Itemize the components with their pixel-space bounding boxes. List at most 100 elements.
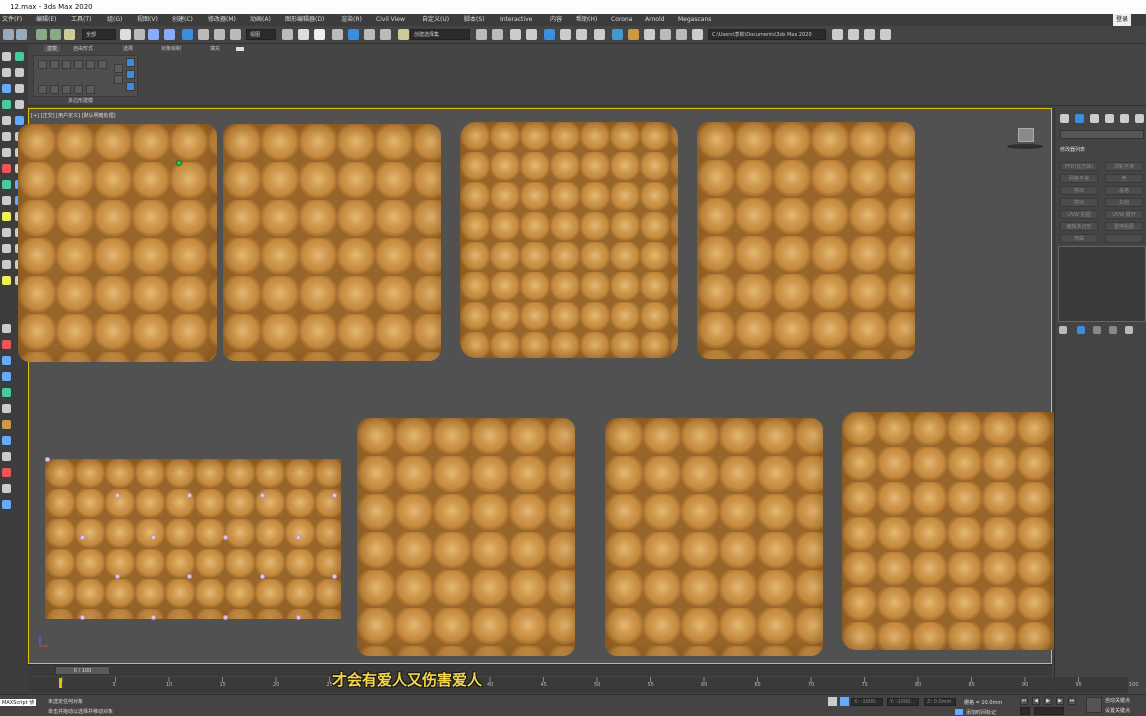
align-icon[interactable] xyxy=(492,29,503,40)
modifier-button[interactable]: 弯曲 xyxy=(1060,234,1098,243)
ribbon-button-10[interactable] xyxy=(74,85,83,94)
control-point[interactable] xyxy=(296,535,301,540)
display-tab-icon[interactable] xyxy=(1120,114,1129,123)
time-slider-handle[interactable]: 0 / 100 xyxy=(55,666,110,675)
tool-icon-11[interactable] xyxy=(2,132,11,141)
modifier-button[interactable]: UVW 贴图 xyxy=(1060,210,1098,219)
ribbon-tab-selection[interactable]: 选择 xyxy=(123,45,133,52)
ribbon-tab-freeform[interactable]: 自由形式 xyxy=(73,45,93,52)
control-point[interactable] xyxy=(151,615,156,620)
add-time-tag[interactable]: 添加时间标记 xyxy=(966,709,996,716)
tool-icon-42[interactable] xyxy=(2,500,11,509)
isolate-selection-icon[interactable] xyxy=(828,697,837,706)
ribbon-button-8[interactable] xyxy=(50,85,59,94)
motion-tab-icon[interactable] xyxy=(1105,114,1114,123)
modifier-button[interactable]: 车削 xyxy=(1105,198,1143,207)
modifier-button[interactable]: 晶格 xyxy=(1105,186,1143,195)
create-tab-icon[interactable] xyxy=(1060,114,1069,123)
menu-item-help[interactable]: 帮助(H) xyxy=(576,14,597,26)
redo-icon[interactable] xyxy=(16,29,27,40)
control-point[interactable] xyxy=(115,493,120,498)
snaps-toggle-icon[interactable] xyxy=(332,29,343,40)
select-by-name-icon[interactable] xyxy=(134,29,145,40)
control-point[interactable] xyxy=(223,615,228,620)
menu-item-edit[interactable]: 编辑(E) xyxy=(36,14,56,26)
spinner-snap-icon[interactable] xyxy=(380,29,391,40)
ribbon-button-13[interactable] xyxy=(114,75,123,84)
tool-icon-27[interactable] xyxy=(2,260,11,269)
keyboard-shortcut-override-icon[interactable] xyxy=(314,29,325,40)
tool-icon-2[interactable] xyxy=(15,52,24,61)
current-frame-field[interactable] xyxy=(1034,707,1064,715)
tool-icon-41[interactable] xyxy=(2,484,11,493)
modifier-button[interactable]: 挤出 xyxy=(1060,198,1098,207)
tool-icon-37[interactable] xyxy=(2,420,11,429)
ribbon-button-9[interactable] xyxy=(62,85,71,94)
tool-icon-7[interactable] xyxy=(2,100,11,109)
modifier-button[interactable]: 挤出 xyxy=(1060,186,1098,195)
select-and-scale-icon[interactable] xyxy=(214,29,225,40)
menu-item-megascans[interactable]: Megascans xyxy=(678,14,711,26)
go-to-end-button[interactable]: ⏭ xyxy=(1068,697,1076,705)
tufted-panel-7[interactable] xyxy=(605,418,823,656)
rendered-frame-window-icon[interactable] xyxy=(628,29,639,40)
percent-snap-icon[interactable] xyxy=(364,29,375,40)
material-editor-icon[interactable] xyxy=(594,29,605,40)
menu-item-arnold[interactable]: Arnold xyxy=(645,14,664,26)
place-icon[interactable] xyxy=(230,29,241,40)
tool-icon-29[interactable] xyxy=(2,276,11,285)
remove-modifier-icon[interactable] xyxy=(1109,326,1117,334)
modifier-button[interactable]: 网格平滑 xyxy=(1060,174,1098,183)
key-mode-toggle[interactable] xyxy=(1020,707,1030,715)
modifier-button[interactable]: 壳 xyxy=(1105,174,1143,183)
ribbon-button-12[interactable] xyxy=(114,64,123,73)
auto-key-button[interactable]: 自动关键点 xyxy=(1105,697,1130,704)
tool-icon-34[interactable] xyxy=(2,372,11,381)
project-path-dropdown[interactable]: C:\Users\李彬\Documents\3ds Max 2020 xyxy=(708,29,826,40)
ribbon-panel-label[interactable]: 多边形建模 xyxy=(68,97,93,104)
render-activeshade-icon[interactable] xyxy=(676,29,687,40)
ribbon-tab-populate[interactable]: 填充 xyxy=(210,45,220,52)
ribbon-button-4[interactable] xyxy=(74,60,83,69)
menu-item-rendering[interactable]: 渲染(R) xyxy=(341,14,362,26)
select-and-move-icon[interactable] xyxy=(182,29,193,40)
tufted-panel-3[interactable] xyxy=(460,122,678,358)
hierarchy-tab-icon[interactable] xyxy=(1090,114,1099,123)
link-icon[interactable] xyxy=(36,29,47,40)
control-point[interactable] xyxy=(80,615,85,620)
tool-icon-3[interactable] xyxy=(2,68,11,77)
show-end-result-icon[interactable] xyxy=(1077,326,1085,334)
object-name-field[interactable] xyxy=(1060,130,1144,139)
menu-item-create[interactable]: 创建(C) xyxy=(172,14,193,26)
go-to-start-button[interactable]: ⏮ xyxy=(1020,697,1028,705)
schematic-view-icon[interactable] xyxy=(576,29,587,40)
tool-icon-6[interactable] xyxy=(15,84,24,93)
set-key-icon[interactable] xyxy=(1086,697,1102,713)
window-crossing-icon[interactable] xyxy=(164,29,175,40)
selection-lock-icon[interactable] xyxy=(840,697,849,706)
render-setup-icon[interactable] xyxy=(612,29,623,40)
track-bar[interactable]: 0510152025303540455055606570758085909510… xyxy=(28,677,1139,693)
menu-item-animation[interactable]: 动画(A) xyxy=(250,14,271,26)
control-point[interactable] xyxy=(332,493,337,498)
tool-icon-40[interactable] xyxy=(2,468,11,477)
control-point[interactable] xyxy=(296,615,301,620)
layer-explorer-icon[interactable] xyxy=(526,29,537,40)
render-cloud-icon[interactable] xyxy=(692,29,703,40)
mirror-icon[interactable] xyxy=(476,29,487,40)
sign-in-button[interactable]: 登录 xyxy=(1113,14,1132,26)
ribbon-button-1[interactable] xyxy=(38,60,47,69)
tool-icon-13[interactable] xyxy=(2,148,11,157)
next-frame-button[interactable]: ▶ xyxy=(1056,697,1064,705)
pivot-center-icon[interactable] xyxy=(282,29,293,40)
modifier-stack-list[interactable] xyxy=(1058,246,1146,322)
tool-icon-31[interactable] xyxy=(2,324,11,333)
tool-icon-5[interactable] xyxy=(2,84,11,93)
angle-snap-icon[interactable] xyxy=(348,29,359,40)
tool-icon-32[interactable] xyxy=(2,340,11,349)
tool-icon-23[interactable] xyxy=(2,228,11,237)
maxscript-listener[interactable]: MAXScript 侦 xyxy=(0,699,37,706)
ribbon-button-6[interactable] xyxy=(98,60,107,69)
viewport-label[interactable]: [+] [正交] [用户定义] [默认明暗处理] xyxy=(31,112,116,119)
z-coordinate-field[interactable]: Z: 0.0mm xyxy=(924,698,956,706)
